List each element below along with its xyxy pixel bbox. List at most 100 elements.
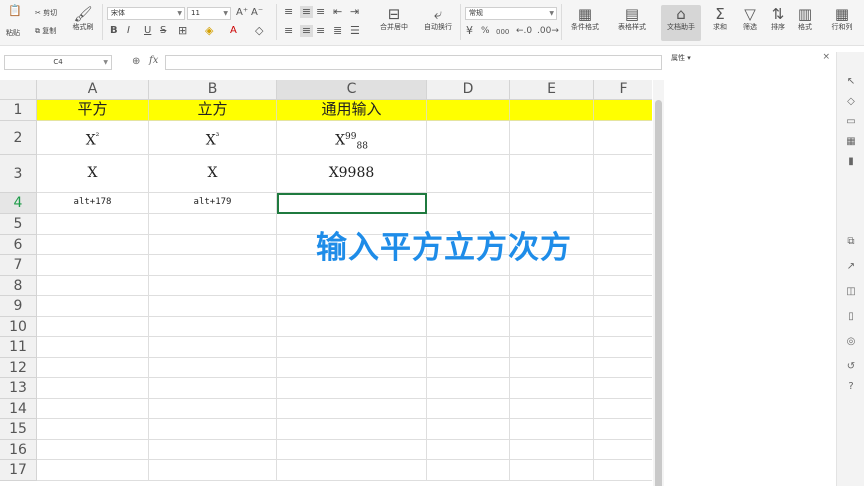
cell-b13[interactable] (149, 378, 277, 399)
font-size-select[interactable]: 11 ▼ (187, 7, 231, 20)
cell-e14[interactable] (510, 398, 594, 419)
merge-center-button[interactable]: ⊟ 合并居中 (374, 5, 414, 32)
cell-d15[interactable] (427, 419, 510, 440)
cell-e4[interactable] (510, 193, 594, 214)
select-all-corner[interactable] (0, 80, 37, 100)
percent-button[interactable]: % (481, 25, 490, 37)
cell-c4[interactable] (277, 193, 427, 214)
vertical-scrollbar[interactable] (653, 80, 664, 486)
font-name-select[interactable]: 宋体 ▼ (107, 7, 185, 20)
distribute-icon[interactable]: ☰ (350, 25, 360, 37)
cell-f14[interactable] (594, 399, 652, 419)
cell-c14[interactable] (277, 398, 427, 419)
strikethrough-button[interactable]: S (160, 25, 166, 37)
currency-icon[interactable]: ¥ (466, 25, 473, 37)
cell-b1[interactable]: 立方 (149, 100, 277, 121)
cell-a6[interactable] (37, 234, 149, 255)
row-header-14[interactable]: 14 (0, 398, 37, 419)
cell-c12[interactable] (277, 357, 427, 378)
scrollbar-thumb[interactable] (655, 100, 662, 486)
cell-f3[interactable] (594, 155, 652, 193)
fx-icon[interactable]: fx (149, 55, 158, 66)
cell-e3[interactable] (510, 155, 594, 193)
cell-b15[interactable] (149, 419, 277, 440)
wrap-text-button[interactable]: ⤶ 自动换行 (418, 5, 458, 32)
align-middle-icon[interactable]: ≡ (300, 6, 313, 18)
cell-a9[interactable] (37, 296, 149, 317)
cell-e16[interactable] (510, 439, 594, 460)
row-header-17[interactable]: 17 (0, 460, 37, 481)
cell-e17[interactable] (510, 460, 594, 481)
cut-button[interactable]: ✂ 剪切 (35, 9, 57, 18)
cell-a11[interactable] (37, 337, 149, 358)
column-header-d[interactable]: D (427, 80, 510, 100)
cell-d16[interactable] (427, 439, 510, 460)
paste-icon[interactable]: 📋 (8, 5, 22, 17)
format-painter-button[interactable]: 🖌 格式刷 (63, 5, 103, 32)
cell-f5[interactable] (594, 214, 652, 235)
cell-a7[interactable] (37, 255, 149, 276)
row-header-11[interactable]: 11 (0, 337, 37, 358)
row-header-12[interactable]: 12 (0, 357, 37, 378)
copy-button[interactable]: ⧉ 复制 (35, 27, 56, 36)
cell-e10[interactable] (510, 316, 594, 337)
shape-icon[interactable]: ◇ (845, 96, 857, 108)
row-header-5[interactable]: 5 (0, 214, 37, 235)
cell-f13[interactable] (594, 378, 652, 399)
cell-f8[interactable] (594, 276, 652, 296)
cell-b8[interactable] (149, 275, 277, 296)
cell-b6[interactable] (149, 234, 277, 255)
column-header-a[interactable]: A (37, 80, 149, 100)
cell-b16[interactable] (149, 439, 277, 460)
cell-a3[interactable]: X (37, 155, 149, 193)
border-icon[interactable]: ⊞ (178, 25, 187, 37)
column-header-c[interactable]: C (277, 80, 427, 100)
share-icon[interactable]: ↗ (845, 261, 857, 273)
cell-e11[interactable] (510, 337, 594, 358)
cell-b7[interactable] (149, 255, 277, 276)
cell-a5[interactable] (37, 214, 149, 235)
cell-f17[interactable] (594, 460, 652, 481)
cell-d3[interactable] (427, 155, 510, 193)
align-bottom-icon[interactable]: ≡ (316, 6, 325, 18)
row-header-6[interactable]: 6 (0, 234, 37, 255)
chart-icon[interactable]: ▮ (845, 156, 857, 168)
fill-color-icon[interactable]: ◈ (205, 25, 213, 37)
row-header-7[interactable]: 7 (0, 255, 37, 276)
cell-b9[interactable] (149, 296, 277, 317)
align-center-icon[interactable]: ≡ (300, 25, 313, 37)
property-pane-title[interactable]: 属性 ▾ (671, 53, 691, 63)
cell-c11[interactable] (277, 337, 427, 358)
cell-d4[interactable] (427, 193, 510, 214)
name-box[interactable]: C4 ▼ (4, 55, 112, 70)
cell-f7[interactable] (594, 255, 652, 276)
cell-b11[interactable] (149, 337, 277, 358)
cell-c3[interactable]: X9988 (277, 155, 427, 193)
cell-d17[interactable] (427, 460, 510, 481)
cell-a14[interactable] (37, 398, 149, 419)
cell-a4[interactable]: alt+178 (37, 193, 149, 214)
outdent-icon[interactable]: ⇥ (350, 6, 359, 18)
cell-c1[interactable]: 通用输入 (277, 100, 427, 121)
row-header-16[interactable]: 16 (0, 439, 37, 460)
doc-assistant-button[interactable]: ⌂ 文档助手 (661, 5, 701, 32)
align-right-icon[interactable]: ≡ (316, 25, 325, 37)
cell-f15[interactable] (594, 419, 652, 440)
indent-icon[interactable]: ⇤ (333, 6, 342, 18)
cell-d13[interactable] (427, 378, 510, 399)
row-header-8[interactable]: 8 (0, 275, 37, 296)
cell-a2[interactable]: X² (37, 121, 149, 155)
cell-e15[interactable] (510, 419, 594, 440)
row-header-1[interactable]: 1 (0, 100, 37, 121)
cell-f16[interactable] (594, 440, 652, 460)
cell-c10[interactable] (277, 316, 427, 337)
column-header-f[interactable]: F (594, 80, 652, 100)
cell-b12[interactable] (149, 357, 277, 378)
cell-a16[interactable] (37, 439, 149, 460)
help-icon[interactable]: ? (845, 381, 857, 393)
doc-icon[interactable]: ▯ (845, 311, 857, 323)
bold-button[interactable]: B (110, 25, 118, 37)
font-color-icon[interactable]: A (230, 25, 237, 37)
copy-doc-icon[interactable]: ⧉ (845, 236, 857, 248)
cell-d14[interactable] (427, 398, 510, 419)
